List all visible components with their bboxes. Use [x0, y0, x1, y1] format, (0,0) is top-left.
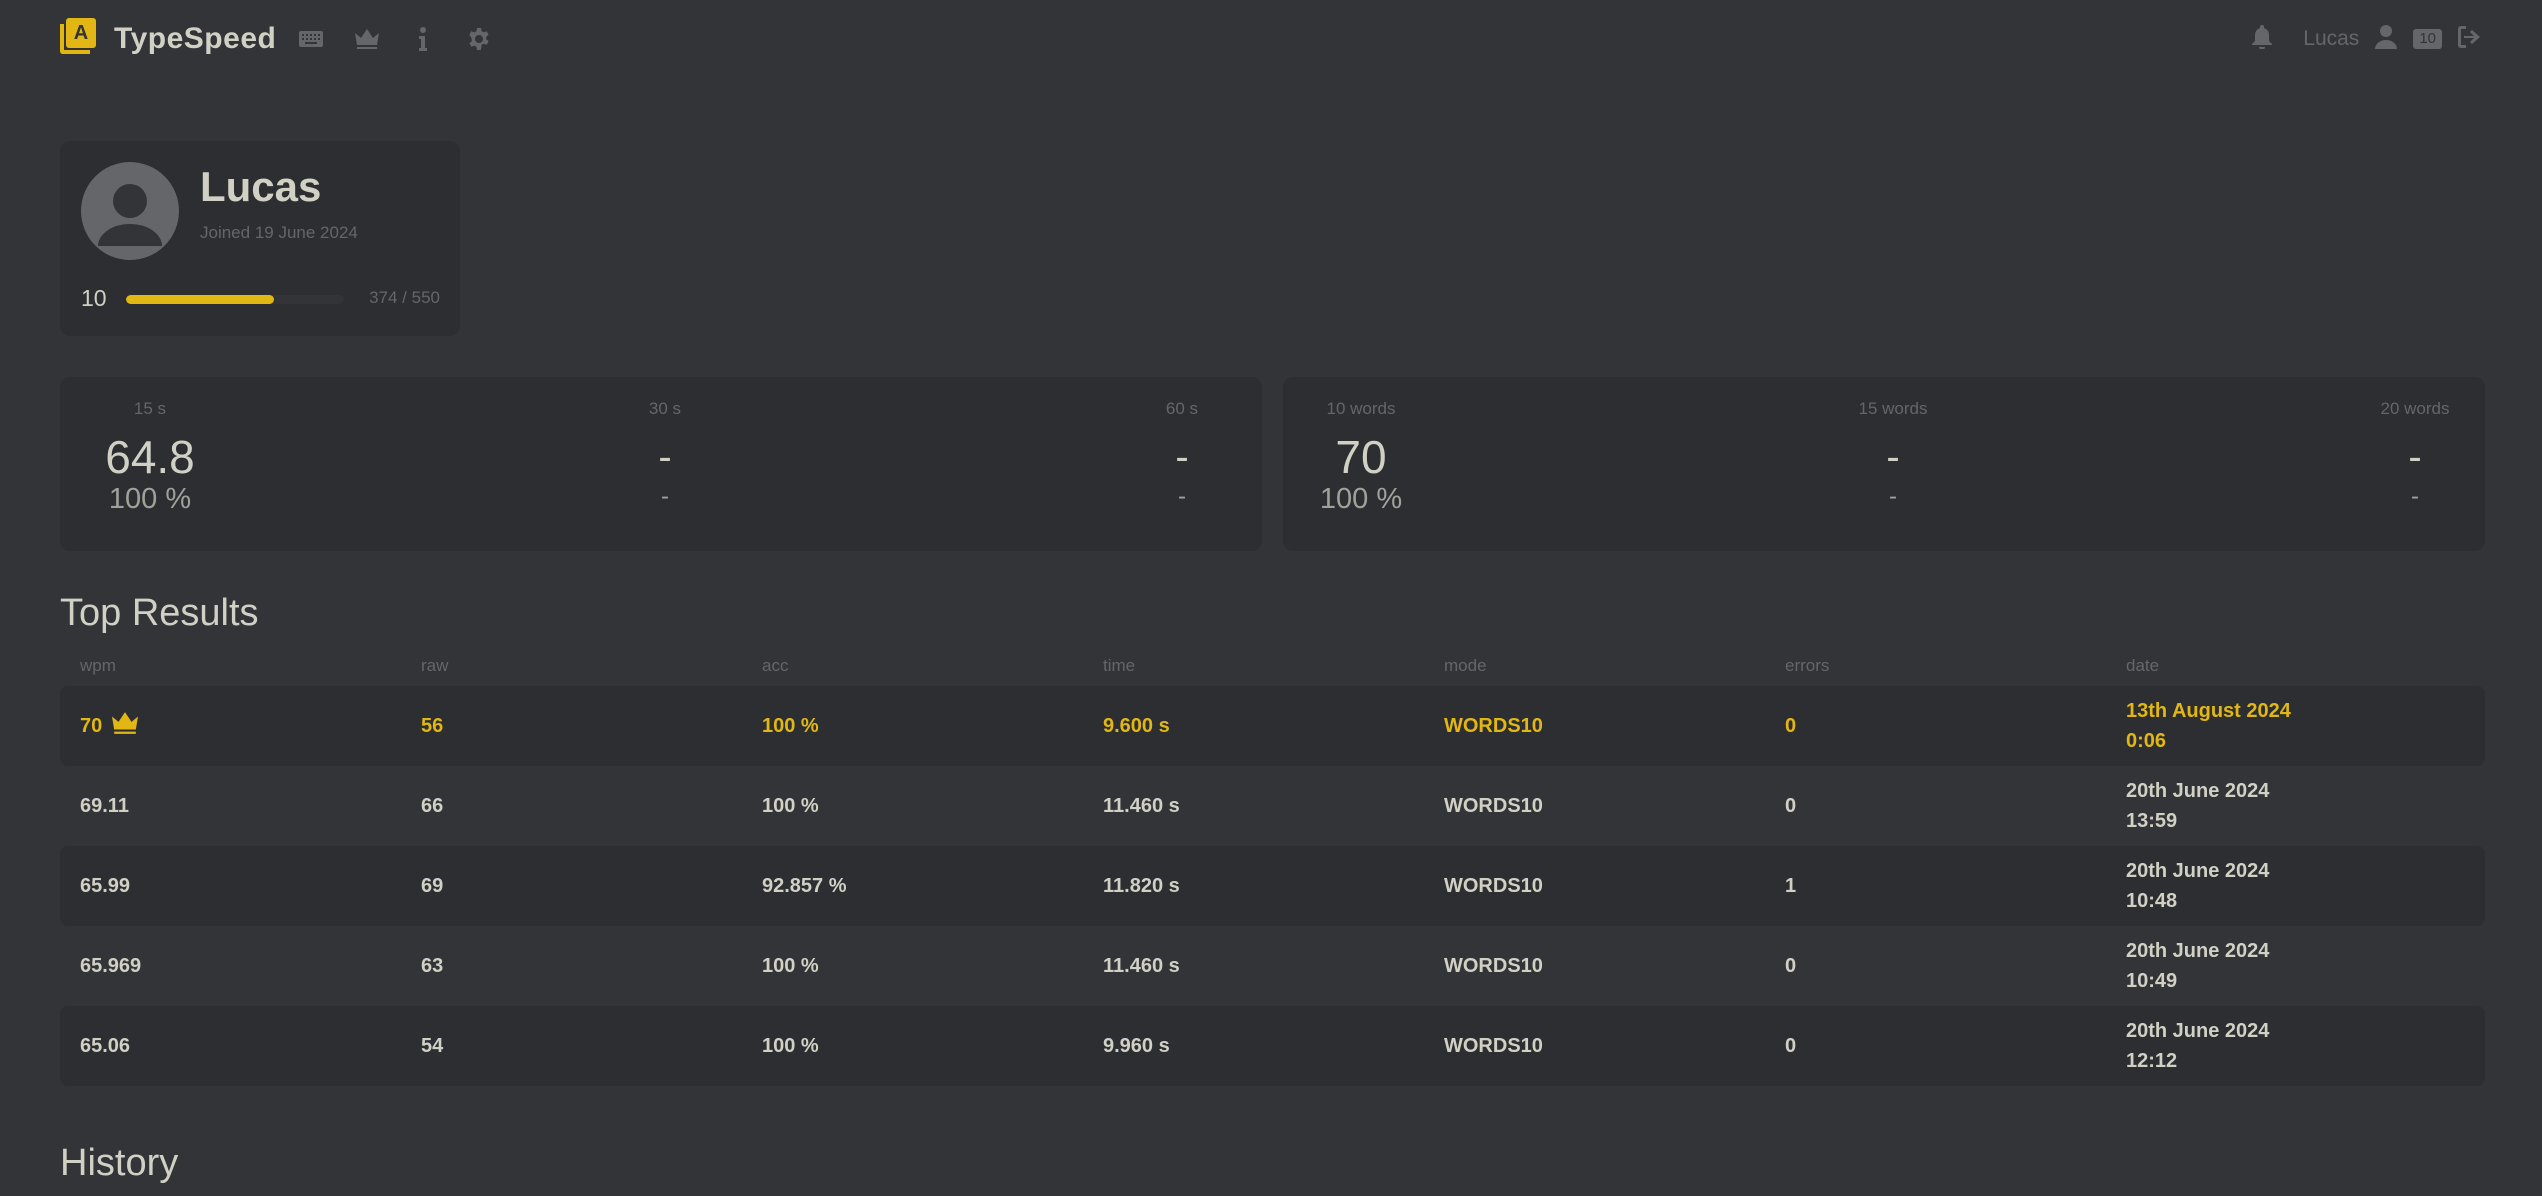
- info-icon[interactable]: [410, 26, 436, 52]
- cell-mode: WORDS10: [1444, 794, 1543, 817]
- logo-icon: A: [60, 18, 102, 60]
- stat-10-words: 10 words 70 100 %: [1319, 399, 1403, 515]
- cell-raw: 54: [421, 1034, 444, 1057]
- cell-mode: WORDS10: [1444, 714, 1543, 737]
- col-time: time: [1103, 656, 1136, 675]
- stat-wpm: -: [658, 435, 672, 479]
- cell-wpm: 65.969: [80, 954, 142, 977]
- stat-acc: -: [1889, 483, 1897, 510]
- cell-acc: 100 %: [762, 954, 819, 977]
- cell-errors: 0: [1785, 954, 1797, 977]
- stat-acc: 100 %: [108, 483, 192, 515]
- cell-wpm: 70: [80, 714, 103, 737]
- cell-time: 9.600 s: [1103, 714, 1170, 737]
- profile-name: Lucas: [200, 163, 322, 210]
- cell-wpm: 65.99: [80, 874, 131, 897]
- top-results-title: Top Results: [60, 592, 259, 634]
- app-name: TypeSpeed: [114, 22, 277, 55]
- logo[interactable]: A TypeSpeed: [60, 18, 276, 60]
- bell-icon[interactable]: [2251, 24, 2273, 54]
- history-title: History: [60, 1142, 179, 1184]
- user-icon[interactable]: [2375, 24, 2398, 54]
- cell-date: 20th June 2024 13:59: [2126, 780, 2270, 832]
- settings-icon[interactable]: [466, 26, 492, 52]
- joined-date: Joined 19 June 2024: [200, 223, 358, 242]
- cell-raw: 66: [421, 794, 444, 817]
- table-header: wpm raw acc time mode errors date: [60, 656, 2485, 686]
- table-row: 65.06 54 100 % 9.960 s WORDS10 0 20th Ju…: [60, 1006, 2485, 1086]
- cell-wpm: 69.11: [80, 794, 129, 817]
- stat-acc: -: [1178, 483, 1186, 510]
- time-stats-card: 15 s 64.8 100 % 30 s - - 60 s - -: [60, 377, 1262, 551]
- xp-progress-bar: [126, 295, 344, 304]
- col-errors: errors: [1785, 656, 1830, 675]
- stat-wpm: 70: [1335, 431, 1387, 483]
- level-badge: 10: [2413, 29, 2442, 49]
- xp-text: 374 / 550: [369, 288, 440, 307]
- cell-date: 13th August 2024 0:06: [2126, 700, 2291, 752]
- col-mode: mode: [1444, 656, 1487, 675]
- stat-wpm: -: [1175, 435, 1189, 479]
- stat-acc: 100 %: [1319, 483, 1403, 515]
- cell-date: 20th June 2024 10:48: [2126, 860, 2270, 912]
- stat-15s: 15 s 64.8 100 %: [105, 399, 195, 515]
- cell-acc: 100 %: [762, 1034, 819, 1057]
- stat-wpm: -: [2408, 435, 2422, 479]
- col-date: date: [2126, 656, 2160, 675]
- account-username[interactable]: Lucas: [2303, 27, 2359, 51]
- keyboard-icon[interactable]: [298, 26, 324, 52]
- crown-icon[interactable]: [354, 26, 380, 52]
- profile-level: 10: [81, 285, 107, 311]
- stat-wpm: 64.8: [105, 431, 195, 483]
- cell-mode: WORDS10: [1444, 1034, 1543, 1057]
- word-stats-card: 10 words 70 100 % 15 words - - 20 words …: [1283, 377, 2485, 551]
- cell-time: 11.460 s: [1103, 794, 1180, 817]
- cell-wpm: 65.06: [80, 1034, 131, 1057]
- top-results-table: wpm raw acc time mode errors date 70 56 …: [60, 656, 2485, 1086]
- cell-mode: WORDS10: [1444, 874, 1543, 897]
- cell-errors: 0: [1785, 794, 1797, 817]
- stat-wpm: -: [1886, 435, 1900, 479]
- cell-acc: 100 %: [762, 714, 819, 737]
- col-wpm: wpm: [80, 656, 116, 675]
- cell-mode: WORDS10: [1444, 954, 1543, 977]
- cell-time: 11.820 s: [1103, 874, 1180, 897]
- stat-acc: -: [661, 483, 669, 510]
- stat-30s: 30 s - -: [648, 399, 682, 510]
- table-row: 65.969 63 100 % 11.460 s WORDS10 0 20th …: [60, 926, 2485, 1006]
- cell-raw: 69: [421, 874, 444, 897]
- nav-icons: [298, 26, 492, 52]
- table-row: 65.99 69 92.857 % 11.820 s WORDS10 1 20t…: [60, 846, 2485, 926]
- xp-progress-fill: [126, 295, 275, 304]
- table-row: 70 56 100 % 9.600 s WORDS10 0 13th Augus…: [60, 686, 2485, 766]
- table-row: 69.11 66 100 % 11.460 s WORDS10 0 20th J…: [60, 766, 2485, 846]
- stat-20-words: 20 words - -: [2380, 399, 2450, 510]
- account-area: Lucas 10: [2251, 24, 2482, 54]
- cell-acc: 92.857 %: [762, 874, 847, 897]
- cell-errors: 0: [1785, 714, 1797, 737]
- cell-raw: 63: [421, 954, 444, 977]
- cell-acc: 100 %: [762, 794, 819, 817]
- top-nav: A TypeSpeed Lucas 10: [60, 14, 2482, 64]
- col-raw: raw: [421, 656, 449, 675]
- avatar: [81, 162, 179, 260]
- cell-date: 20th June 2024 10:49: [2126, 940, 2270, 992]
- crown-icon: [112, 712, 139, 740]
- cell-errors: 1: [1785, 874, 1797, 897]
- cell-errors: 0: [1785, 1034, 1797, 1057]
- col-acc: acc: [762, 656, 789, 675]
- stat-15-words: 15 words - -: [1858, 399, 1928, 510]
- cell-time: 11.460 s: [1103, 954, 1180, 977]
- cell-time: 9.960 s: [1103, 1034, 1170, 1057]
- cell-date: 20th June 2024 12:12: [2126, 1020, 2270, 1072]
- stat-acc: -: [2411, 483, 2419, 510]
- profile-card: Lucas Joined 19 June 2024 10 374 / 550: [60, 141, 460, 336]
- logout-icon[interactable]: [2458, 25, 2482, 53]
- stat-60s: 60 s - -: [1165, 399, 1199, 510]
- cell-raw: 56: [421, 714, 444, 737]
